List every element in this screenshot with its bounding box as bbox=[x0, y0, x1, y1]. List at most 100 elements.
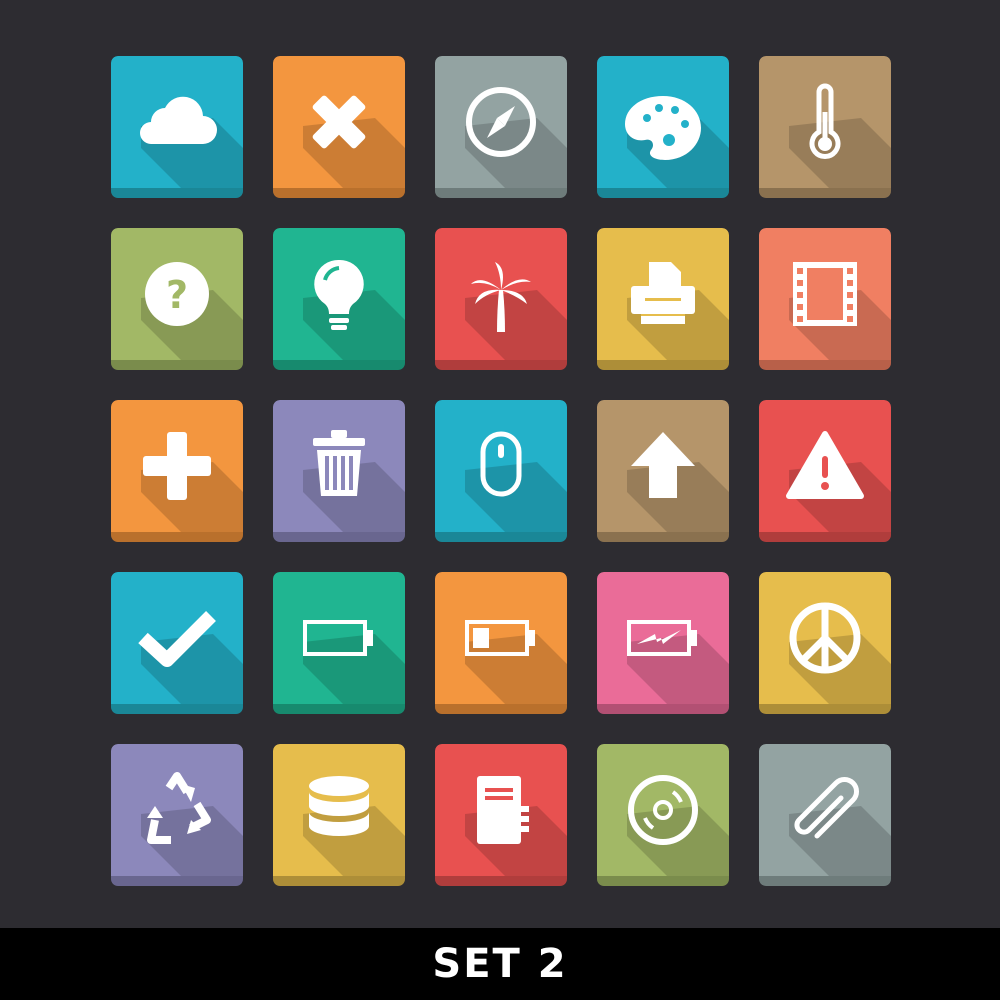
tile-base bbox=[111, 360, 243, 370]
tile-face bbox=[759, 744, 891, 876]
tile-base bbox=[273, 188, 405, 198]
battery-low-icon bbox=[465, 620, 535, 656]
arrow-up-icon bbox=[631, 432, 695, 498]
paperclip-icon bbox=[794, 777, 859, 839]
tile-base bbox=[111, 704, 243, 714]
tile-base bbox=[273, 704, 405, 714]
printer-icon bbox=[631, 262, 695, 324]
tile-face bbox=[435, 744, 567, 876]
battery-empty-icon bbox=[303, 620, 373, 656]
footer-bar: SET 2 bbox=[0, 928, 1000, 1000]
tile-printer[interactable] bbox=[597, 228, 729, 370]
tile-battery-low[interactable] bbox=[435, 572, 567, 714]
tile-base bbox=[759, 876, 891, 886]
database-icon bbox=[309, 776, 369, 836]
cloud-icon bbox=[140, 96, 217, 144]
tile-face bbox=[435, 572, 567, 704]
tile-battery-charging[interactable] bbox=[597, 572, 729, 714]
tile-trash[interactable] bbox=[273, 400, 405, 542]
tile-face bbox=[273, 400, 405, 532]
tile-face bbox=[759, 572, 891, 704]
palm-tree-icon bbox=[471, 262, 531, 332]
tile-face bbox=[597, 228, 729, 360]
tile-base bbox=[435, 704, 567, 714]
tile-warning[interactable] bbox=[759, 400, 891, 542]
tile-face bbox=[435, 228, 567, 360]
tile-base bbox=[111, 188, 243, 198]
plus-icon bbox=[143, 432, 211, 500]
tile-notebook[interactable] bbox=[435, 744, 567, 886]
tile-face bbox=[111, 572, 243, 704]
tile-base bbox=[597, 188, 729, 198]
tile-close[interactable] bbox=[273, 56, 405, 198]
tile-base bbox=[759, 360, 891, 370]
tile-cloud[interactable] bbox=[111, 56, 243, 198]
tile-base bbox=[597, 704, 729, 714]
warning-icon bbox=[786, 431, 864, 499]
tile-base bbox=[759, 188, 891, 198]
film-icon bbox=[793, 262, 857, 326]
tile-thermometer[interactable] bbox=[759, 56, 891, 198]
icon-grid: ? bbox=[111, 56, 891, 886]
tile-face bbox=[759, 56, 891, 188]
tile-base bbox=[435, 532, 567, 542]
tile-face bbox=[597, 572, 729, 704]
peace-icon bbox=[789, 602, 861, 674]
disc-icon bbox=[628, 775, 698, 845]
compass-icon bbox=[466, 87, 536, 157]
tile-base bbox=[435, 188, 567, 198]
tile-face bbox=[111, 400, 243, 532]
tile-base bbox=[273, 360, 405, 370]
tile-palm-tree[interactable] bbox=[435, 228, 567, 370]
mouse-icon bbox=[480, 431, 522, 497]
tile-face bbox=[273, 56, 405, 188]
tile-base bbox=[597, 360, 729, 370]
recycle-icon bbox=[147, 772, 211, 844]
tile-face bbox=[759, 400, 891, 532]
palette-icon bbox=[625, 96, 701, 160]
tile-face bbox=[111, 56, 243, 188]
battery-charging-icon bbox=[627, 620, 697, 656]
tile-film[interactable] bbox=[759, 228, 891, 370]
tile-base bbox=[111, 876, 243, 886]
tile-face bbox=[597, 56, 729, 188]
tile-compass[interactable] bbox=[435, 56, 567, 198]
set-title: SET 2 bbox=[432, 941, 568, 987]
tile-checkmark[interactable] bbox=[111, 572, 243, 714]
tile-database[interactable] bbox=[273, 744, 405, 886]
tile-base bbox=[435, 876, 567, 886]
tile-base bbox=[759, 704, 891, 714]
help-icon: ? bbox=[145, 262, 209, 326]
tile-face: ? bbox=[111, 228, 243, 360]
tile-arrow-up[interactable] bbox=[597, 400, 729, 542]
tile-face bbox=[273, 228, 405, 360]
tile-recycle[interactable] bbox=[111, 744, 243, 886]
tile-face bbox=[597, 400, 729, 532]
tile-face bbox=[273, 744, 405, 876]
notebook-icon bbox=[477, 776, 529, 844]
tile-face bbox=[759, 228, 891, 360]
tile-base bbox=[435, 360, 567, 370]
checkmark-icon bbox=[138, 611, 216, 667]
tile-plus[interactable] bbox=[111, 400, 243, 542]
tile-lightbulb[interactable] bbox=[273, 228, 405, 370]
svg-text:?: ? bbox=[166, 273, 188, 317]
tile-face bbox=[111, 744, 243, 876]
lightbulb-icon bbox=[314, 259, 364, 330]
tile-base bbox=[597, 532, 729, 542]
close-icon bbox=[312, 95, 366, 149]
tile-disc[interactable] bbox=[597, 744, 729, 886]
tile-mouse[interactable] bbox=[435, 400, 567, 542]
tile-battery-empty[interactable] bbox=[273, 572, 405, 714]
tile-palette[interactable] bbox=[597, 56, 729, 198]
tile-face bbox=[435, 400, 567, 532]
tile-base bbox=[273, 532, 405, 542]
tile-base bbox=[111, 532, 243, 542]
tile-help[interactable]: ? bbox=[111, 228, 243, 370]
tile-face bbox=[435, 56, 567, 188]
tile-peace[interactable] bbox=[759, 572, 891, 714]
tile-base bbox=[759, 532, 891, 542]
tile-base bbox=[273, 876, 405, 886]
tile-paperclip[interactable] bbox=[759, 744, 891, 886]
tile-base bbox=[597, 876, 729, 886]
